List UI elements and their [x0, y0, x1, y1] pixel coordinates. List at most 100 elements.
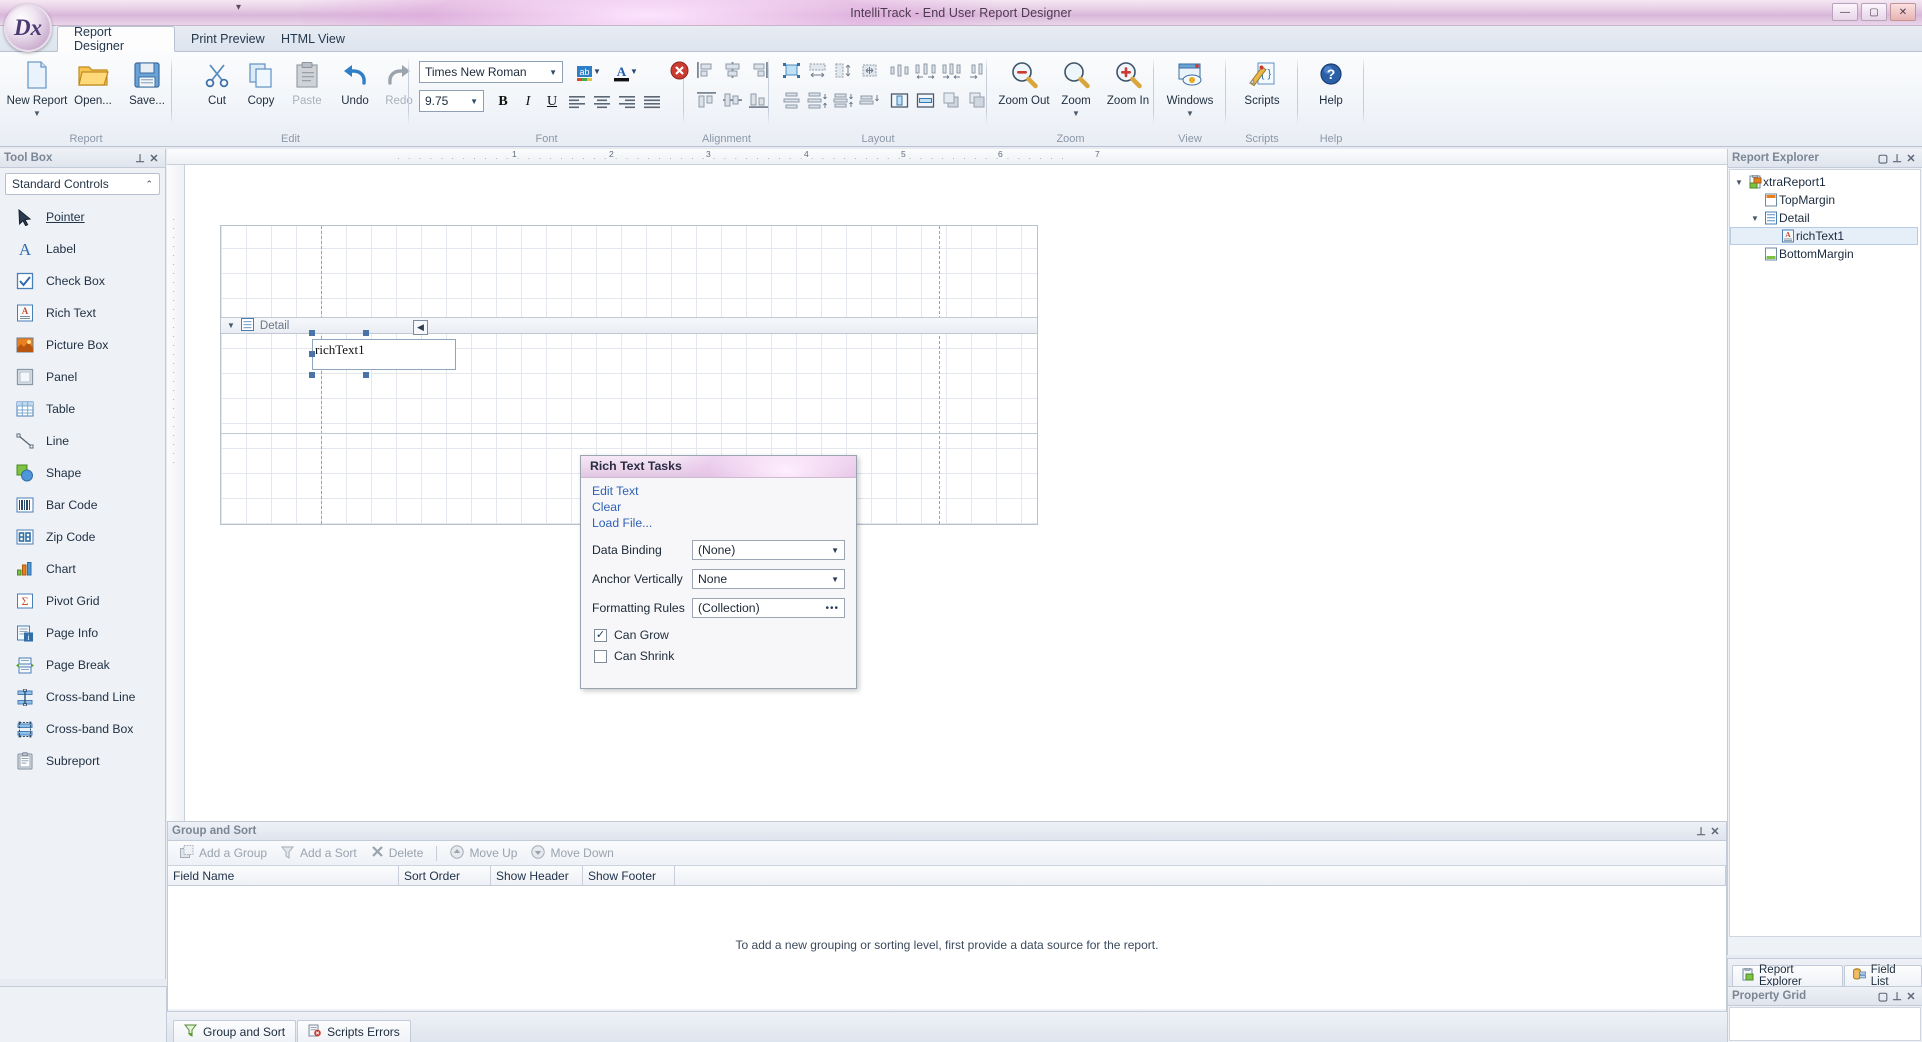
design-surface[interactable]: · · · · · · · · · · · · · · · · · · · · …	[167, 149, 1727, 821]
zoom-in-button[interactable]: Zoom In	[1097, 55, 1159, 121]
font-size-combo[interactable]: 9.75 ▼	[419, 90, 484, 112]
align-horizontal-centers-icon[interactable]	[720, 58, 744, 82]
align-justify-icon[interactable]	[641, 90, 665, 114]
vertical-spacing-remove-icon[interactable]	[857, 88, 881, 112]
font-family-combo[interactable]: Times New Roman ▼	[419, 61, 563, 83]
rich-text-tasks-panel[interactable]: Rich Text Tasks Edit Text Clear Load Fil…	[580, 455, 857, 689]
vertical-spacing-equal-icon[interactable]	[779, 88, 803, 112]
tree-node-bottommargin[interactable]: BottomMargin	[1730, 245, 1920, 263]
horizontal-spacing-equal-icon[interactable]	[887, 58, 911, 82]
pin-icon[interactable]: ⊥	[1890, 152, 1904, 165]
align-right-edges-icon[interactable]	[746, 58, 770, 82]
help-button[interactable]: ? Help	[1300, 55, 1362, 121]
report-canvas[interactable]: ▼ Detail richText1 ◀	[185, 165, 1727, 821]
expander-icon[interactable]: ▼	[1732, 178, 1746, 187]
edit-text-link[interactable]: Edit Text	[581, 483, 856, 499]
toolbox-item-bar-code[interactable]: Bar Code	[0, 489, 165, 521]
pin-icon[interactable]: ⊥	[1694, 825, 1708, 838]
chevron-down-icon[interactable]: ▼	[1186, 110, 1194, 118]
toolbox-item-rich-text[interactable]: A Rich Text	[0, 297, 165, 329]
column-header-show-header[interactable]: Show Header	[491, 866, 583, 885]
can-grow-row[interactable]: ✓ Can Grow	[581, 628, 856, 642]
tree-node-richtext1[interactable]: A richText1	[1730, 227, 1918, 245]
smart-tag-button[interactable]: ◀	[413, 320, 428, 335]
italic-button[interactable]: I	[516, 90, 540, 114]
quick-access-toolbar-caret[interactable]: ▾	[236, 2, 241, 13]
resize-grip[interactable]	[309, 351, 315, 357]
formatting-rules-field[interactable]: (Collection) •••	[692, 598, 845, 618]
toolbox-item-zip-code[interactable]: Zip Code	[0, 521, 165, 553]
restore-icon[interactable]: ▢	[1876, 152, 1890, 165]
load-file-link[interactable]: Load File...	[581, 515, 856, 531]
new-report-button[interactable]: New Report ▼	[6, 55, 68, 121]
resize-grip[interactable]	[363, 330, 369, 336]
align-bottom-edges-icon[interactable]	[746, 88, 770, 112]
tab-group-and-sort[interactable]: Group and Sort	[173, 1020, 297, 1042]
align-right-icon[interactable]	[616, 90, 640, 114]
group-sort-grid-body[interactable]: To add a new grouping or sorting level, …	[168, 886, 1726, 1009]
rich-text-control[interactable]: richText1	[312, 339, 456, 370]
align-vertical-centers-icon[interactable]	[720, 88, 744, 112]
tree-node-topmargin[interactable]: TopMargin	[1730, 191, 1920, 209]
fontcolor-dropdown-caret-icon[interactable]: ▼	[630, 67, 638, 76]
align-left-edges-icon[interactable]	[694, 58, 718, 82]
toolbox-item-picture-box[interactable]: Picture Box	[0, 329, 165, 361]
column-header-sort-order[interactable]: Sort Order	[399, 866, 491, 885]
close-button[interactable]: ✕	[1890, 3, 1916, 21]
can-shrink-row[interactable]: Can Shrink	[581, 649, 856, 663]
tab-html-view[interactable]: HTML View	[265, 26, 361, 52]
delete-button[interactable]: Delete	[366, 845, 429, 861]
ellipsis-icon[interactable]: •••	[825, 603, 839, 614]
minimize-button[interactable]: —	[1832, 3, 1858, 21]
clear-alignment-icon[interactable]	[667, 58, 691, 82]
scripts-button[interactable]: { } Scripts	[1231, 55, 1293, 121]
close-icon[interactable]: ✕	[1708, 825, 1722, 838]
maximize-button[interactable]: ▢	[1861, 3, 1887, 21]
bold-button[interactable]: B	[491, 90, 515, 114]
toolbox-item-chart[interactable]: Chart	[0, 553, 165, 585]
chevron-down-icon[interactable]: ▼	[1072, 110, 1080, 118]
tree-node-xtrareport1[interactable]: ▼ xtraReport1	[1730, 173, 1920, 191]
resize-grip[interactable]	[309, 372, 315, 378]
toolbox-item-cross-band-box[interactable]: Cross-band Box	[0, 713, 165, 745]
add-a-group-button[interactable]: Add a Group	[175, 844, 272, 862]
close-icon[interactable]: ✕	[1904, 990, 1918, 1003]
move-up-button[interactable]: Move Up	[445, 844, 522, 862]
toolbox-item-page-break[interactable]: Page Break	[0, 649, 165, 681]
make-same-size-icon[interactable]	[857, 58, 881, 82]
tab-report-explorer[interactable]: Report Explorer	[1732, 964, 1843, 988]
toolbox-item-cross-band-line[interactable]: Cross-band Line	[0, 681, 165, 713]
horizontal-spacing-increase-icon[interactable]	[913, 58, 937, 82]
toolbox-item-check-box[interactable]: Check Box	[0, 265, 165, 297]
application-orb-button[interactable]: Dx	[4, 4, 52, 52]
data-binding-dropdown[interactable]: (None) ▼	[692, 540, 845, 560]
highlight-dropdown-caret-icon[interactable]: ▼	[593, 67, 601, 76]
underline-button[interactable]: U	[540, 90, 564, 114]
make-same-width-icon[interactable]	[805, 58, 829, 82]
toolbox-item-subreport[interactable]: Subreport	[0, 745, 165, 777]
anchor-vertically-dropdown[interactable]: None ▼	[692, 569, 845, 589]
align-top-edges-icon[interactable]	[694, 88, 718, 112]
make-same-height-icon[interactable]	[831, 58, 855, 82]
tab-scripts-errors[interactable]: Scripts Errors	[297, 1020, 411, 1042]
vertical-spacing-decrease-icon[interactable]	[831, 88, 855, 112]
tab-report-designer[interactable]: Report Designer	[57, 25, 175, 53]
property-grid-body[interactable]	[1729, 1007, 1921, 1041]
expander-icon[interactable]: ▼	[1748, 214, 1762, 223]
toolbox-item-pivot-grid[interactable]: Σ Pivot Grid	[0, 585, 165, 617]
horizontal-spacing-decrease-icon[interactable]	[939, 58, 963, 82]
center-vertically-icon[interactable]	[913, 88, 937, 112]
pin-icon[interactable]: ⊥	[1890, 990, 1904, 1003]
report-explorer-tree[interactable]: ▼ xtraReport1 TopMargin ▼ Detail A richT…	[1729, 169, 1921, 937]
clear-link[interactable]: Clear	[581, 499, 856, 515]
vertical-spacing-increase-icon[interactable]	[805, 88, 829, 112]
pin-icon[interactable]: ⊥	[133, 152, 147, 165]
column-header-field-name[interactable]: Field Name	[168, 866, 399, 885]
toolbox-item-label[interactable]: A Label	[0, 233, 165, 265]
toolbox-item-pointer[interactable]: Pointer	[0, 201, 165, 233]
toolbox-item-panel[interactable]: Panel	[0, 361, 165, 393]
chevron-down-icon[interactable]: ▼	[33, 110, 41, 118]
toolbox-item-line[interactable]: Line	[0, 425, 165, 457]
toolbox-category-selector[interactable]: Standard Controls ⌃	[5, 173, 160, 195]
tab-field-list[interactable]: Field List	[1843, 964, 1922, 988]
